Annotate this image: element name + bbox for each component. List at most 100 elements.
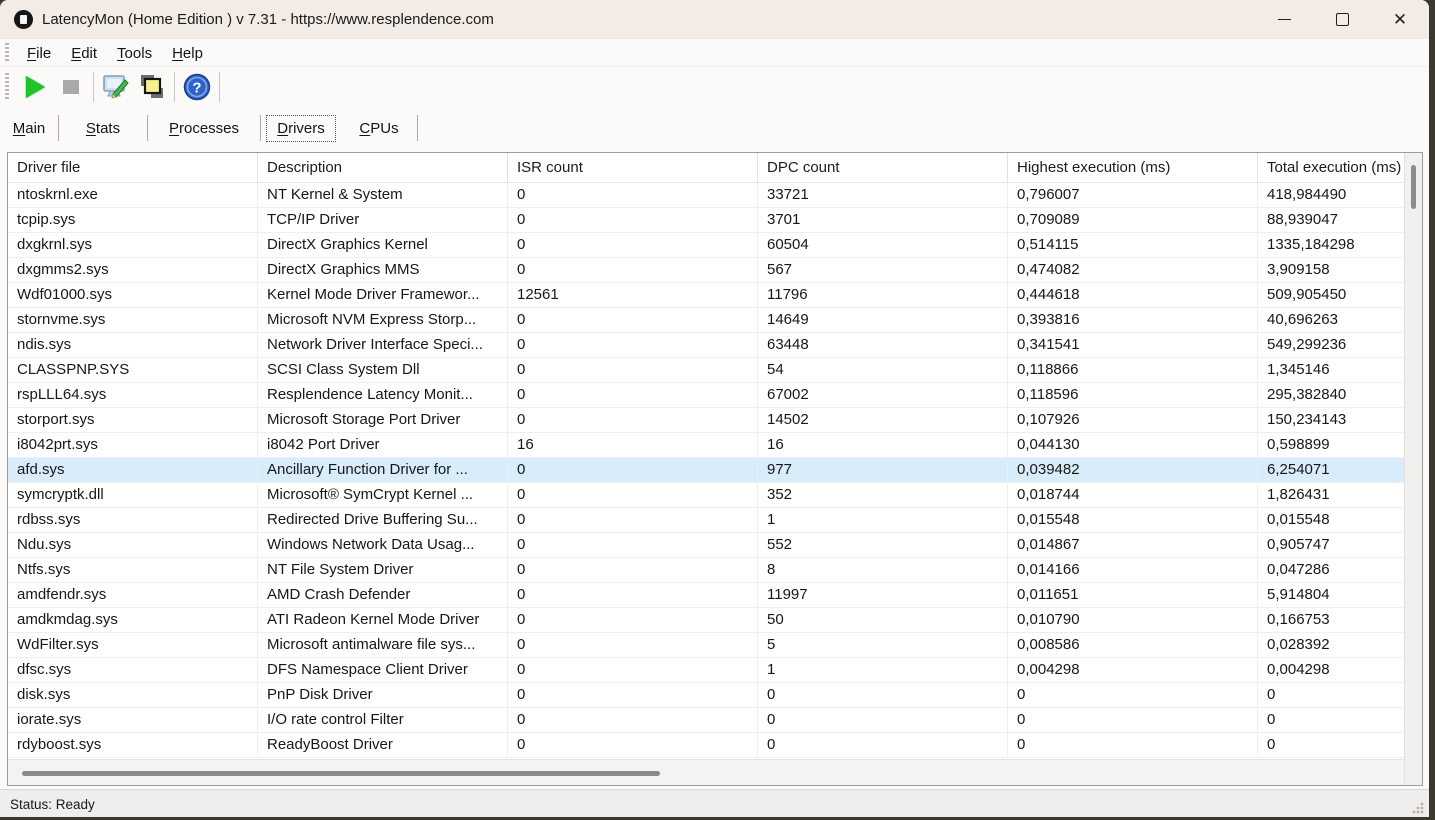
cell-description: DirectX Graphics MMS bbox=[258, 258, 508, 283]
cell-description: Kernel Mode Driver Framewor... bbox=[258, 283, 508, 308]
cell-total-execution: 549,299236 bbox=[1258, 333, 1404, 358]
menu-edit[interactable]: Edit bbox=[61, 42, 107, 65]
table-row[interactable]: i8042prt.sys i8042 Port Driver 16 16 0,0… bbox=[8, 433, 1404, 458]
maximize-button[interactable] bbox=[1313, 0, 1371, 38]
table-row[interactable]: amdfendr.sys AMD Crash Defender 0 11997 … bbox=[8, 583, 1404, 608]
close-icon: ✕ bbox=[1393, 11, 1407, 28]
tab-main[interactable]: Main bbox=[0, 113, 58, 143]
start-monitor-button[interactable] bbox=[17, 71, 53, 103]
menu-file[interactable]: File bbox=[17, 42, 61, 65]
cell-driver-file: dxgmms2.sys bbox=[8, 258, 258, 283]
cell-dpc-count: 567 bbox=[758, 258, 1008, 283]
tab-processes[interactable]: Processes bbox=[148, 113, 260, 143]
table-row[interactable]: tcpip.sys TCP/IP Driver 0 3701 0,709089 … bbox=[8, 208, 1404, 233]
cell-driver-file: iorate.sys bbox=[8, 708, 258, 733]
title-bar[interactable]: LatencyMon (Home Edition ) v 7.31 - http… bbox=[0, 0, 1429, 38]
cell-highest-execution: 0,796007 bbox=[1008, 183, 1258, 208]
vertical-scrollbar[interactable] bbox=[1404, 153, 1422, 785]
cell-isr-count: 0 bbox=[508, 608, 758, 633]
cell-description: Ancillary Function Driver for ... bbox=[258, 458, 508, 483]
horizontal-scrollbar-thumb[interactable] bbox=[22, 771, 660, 776]
table-row[interactable]: stornvme.sys Microsoft NVM Express Storp… bbox=[8, 308, 1404, 333]
table-row[interactable]: Wdf01000.sys Kernel Mode Driver Framewor… bbox=[8, 283, 1404, 308]
table-row[interactable]: disk.sys PnP Disk Driver 0 0 0 0 bbox=[8, 683, 1404, 708]
cell-dpc-count: 33721 bbox=[758, 183, 1008, 208]
tab-cpus[interactable]: CPUs bbox=[341, 113, 417, 143]
table-row[interactable]: dxgkrnl.sys DirectX Graphics Kernel 0 60… bbox=[8, 233, 1404, 258]
table-row[interactable]: rdbss.sys Redirected Drive Buffering Su.… bbox=[8, 508, 1404, 533]
table-row[interactable]: Ntfs.sys NT File System Driver 0 8 0,014… bbox=[8, 558, 1404, 583]
cell-isr-count: 0 bbox=[508, 183, 758, 208]
table-row[interactable]: ndis.sys Network Driver Interface Speci.… bbox=[8, 333, 1404, 358]
toolbar-grip[interactable] bbox=[5, 43, 9, 63]
cell-dpc-count: 11997 bbox=[758, 583, 1008, 608]
close-button[interactable]: ✕ bbox=[1371, 0, 1429, 38]
toolbar-separator bbox=[219, 72, 220, 102]
report-button[interactable] bbox=[134, 71, 170, 103]
question-mark-icon: ? bbox=[182, 72, 212, 102]
toolbar-grip[interactable] bbox=[5, 73, 9, 101]
table-row[interactable]: rdyboost.sys ReadyBoost Driver 0 0 0 0 bbox=[8, 733, 1404, 758]
cell-isr-count: 0 bbox=[508, 508, 758, 533]
cell-highest-execution: 0,341541 bbox=[1008, 333, 1258, 358]
column-header-description[interactable]: Description bbox=[258, 153, 508, 183]
table-row[interactable]: afd.sys Ancillary Function Driver for ..… bbox=[8, 458, 1404, 483]
cell-highest-execution: 0,014867 bbox=[1008, 533, 1258, 558]
drivers-table: Driver file Description ISR count DPC co… bbox=[7, 152, 1423, 786]
stop-monitor-button[interactable] bbox=[53, 71, 89, 103]
table-row[interactable]: ntoskrnl.exe NT Kernel & System 0 33721 … bbox=[8, 183, 1404, 208]
cell-isr-count: 0 bbox=[508, 733, 758, 758]
cell-driver-file: rdyboost.sys bbox=[8, 733, 258, 758]
table-row[interactable]: WdFilter.sys Microsoft antimalware file … bbox=[8, 633, 1404, 658]
cell-driver-file: rdbss.sys bbox=[8, 508, 258, 533]
cell-description: i8042 Port Driver bbox=[258, 433, 508, 458]
table-row[interactable]: CLASSPNP.SYS SCSI Class System Dll 0 54 … bbox=[8, 358, 1404, 383]
table-row[interactable]: symcryptk.dll Microsoft® SymCrypt Kernel… bbox=[8, 483, 1404, 508]
cell-isr-count: 0 bbox=[508, 658, 758, 683]
cell-isr-count: 0 bbox=[508, 533, 758, 558]
column-header-isr-count[interactable]: ISR count bbox=[508, 153, 758, 183]
table-row[interactable]: storport.sys Microsoft Storage Port Driv… bbox=[8, 408, 1404, 433]
minimize-button[interactable] bbox=[1255, 0, 1313, 38]
table-row[interactable]: dfsc.sys DFS Namespace Client Driver 0 1… bbox=[8, 658, 1404, 683]
cell-total-execution: 0,015548 bbox=[1258, 508, 1404, 533]
cell-highest-execution: 0,011651 bbox=[1008, 583, 1258, 608]
table-row[interactable]: Ndu.sys Windows Network Data Usag... 0 5… bbox=[8, 533, 1404, 558]
column-header-total-execution[interactable]: Total execution (ms) bbox=[1258, 153, 1404, 183]
table-row[interactable]: rspLLL64.sys Resplendence Latency Monit.… bbox=[8, 383, 1404, 408]
help-button[interactable]: ? bbox=[179, 71, 215, 103]
cell-description: AMD Crash Defender bbox=[258, 583, 508, 608]
table-row[interactable]: amdkmdag.sys ATI Radeon Kernel Mode Driv… bbox=[8, 608, 1404, 633]
menu-help[interactable]: Help bbox=[162, 42, 213, 65]
cell-total-execution: 0,598899 bbox=[1258, 433, 1404, 458]
resize-grip[interactable] bbox=[1411, 801, 1425, 815]
cell-isr-count: 16 bbox=[508, 433, 758, 458]
cell-total-execution: 295,382840 bbox=[1258, 383, 1404, 408]
cell-driver-file: afd.sys bbox=[8, 458, 258, 483]
cell-isr-count: 0 bbox=[508, 233, 758, 258]
tab-drivers[interactable]: Drivers bbox=[261, 113, 341, 143]
cell-dpc-count: 11796 bbox=[758, 283, 1008, 308]
cell-dpc-count: 16 bbox=[758, 433, 1008, 458]
column-header-dpc-count[interactable]: DPC count bbox=[758, 153, 1008, 183]
cell-driver-file: tcpip.sys bbox=[8, 208, 258, 233]
cell-isr-count: 0 bbox=[508, 708, 758, 733]
menu-tools[interactable]: Tools bbox=[107, 42, 162, 65]
cell-description: Network Driver Interface Speci... bbox=[258, 333, 508, 358]
cell-total-execution: 0,166753 bbox=[1258, 608, 1404, 633]
play-icon bbox=[26, 76, 45, 98]
table-row[interactable]: dxgmms2.sys DirectX Graphics MMS 0 567 0… bbox=[8, 258, 1404, 283]
tab-stats[interactable]: Stats bbox=[59, 113, 147, 143]
cell-total-execution: 0 bbox=[1258, 708, 1404, 733]
horizontal-scrollbar[interactable] bbox=[8, 759, 1404, 785]
options-button[interactable] bbox=[98, 71, 134, 103]
column-header-driver-file[interactable]: Driver file bbox=[8, 153, 258, 183]
vertical-scrollbar-thumb[interactable] bbox=[1411, 165, 1416, 209]
cell-highest-execution: 0,118866 bbox=[1008, 358, 1258, 383]
column-header-highest-execution[interactable]: Highest execution (ms) bbox=[1008, 153, 1258, 183]
cell-isr-count: 0 bbox=[508, 583, 758, 608]
cell-total-execution: 0 bbox=[1258, 683, 1404, 708]
table-row[interactable]: iorate.sys I/O rate control Filter 0 0 0… bbox=[8, 708, 1404, 733]
cell-highest-execution: 0,393816 bbox=[1008, 308, 1258, 333]
table-header-row: Driver file Description ISR count DPC co… bbox=[8, 153, 1404, 183]
